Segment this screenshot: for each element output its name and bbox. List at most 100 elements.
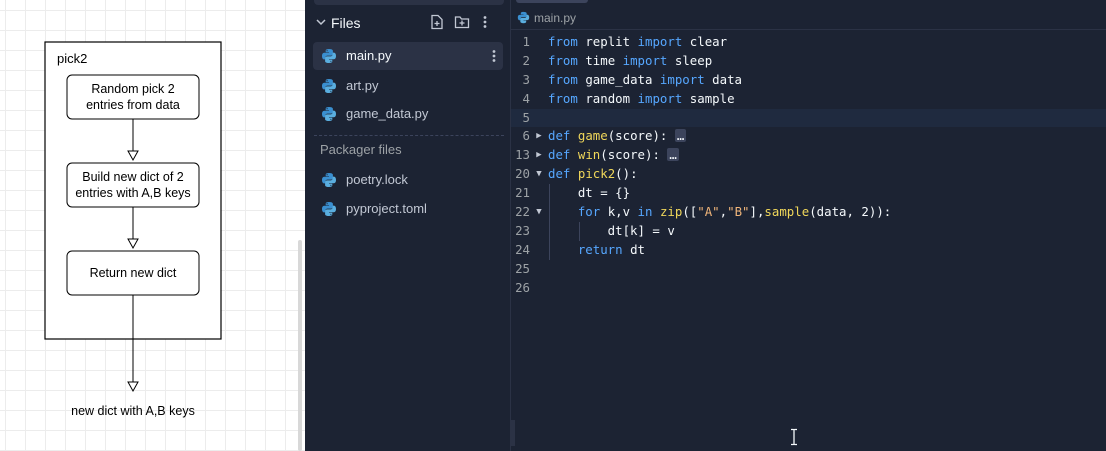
more-options-icon[interactable] — [482, 14, 498, 30]
line-number: 6 — [522, 128, 530, 144]
file-item-art-py[interactable]: art.py — [313, 72, 503, 100]
code-line[interactable]: 6 ▶ def game(score): … — [511, 127, 1106, 146]
code-token: replit — [585, 34, 631, 49]
code-token: dt = {} — [548, 185, 631, 201]
code-text: def win(score): … — [548, 146, 679, 165]
code-line[interactable]: 23 dt[k] = v — [511, 221, 1106, 241]
code-line[interactable]: 3 from game_data import data — [511, 71, 1106, 90]
code-text: def game(score): … — [548, 127, 687, 146]
step-2-line-1: Build new dict of 2 — [82, 170, 183, 184]
code-line[interactable]: 1 from replit import clear — [511, 33, 1106, 52]
code-token: sample — [764, 204, 810, 220]
code-editor[interactable]: main.py 1 from replit import clear 2 from t… — [511, 0, 1106, 451]
line-number: 21 — [515, 185, 530, 201]
code-token: import — [659, 71, 705, 87]
folded-ellipsis[interactable]: … — [674, 129, 687, 143]
code-token: from — [548, 90, 578, 106]
line-number: 22 — [515, 204, 530, 220]
line-number: 4 — [522, 90, 530, 106]
resize-handle[interactable] — [511, 420, 515, 446]
panel-top-strip — [314, 0, 504, 5]
active-tab-indicator — [516, 0, 588, 3]
new-file-icon[interactable] — [429, 14, 445, 30]
text-cursor-icon — [789, 428, 799, 446]
chevron-down-icon[interactable] — [315, 14, 327, 30]
code-text: from random import sample — [548, 90, 735, 109]
file-name: main.py — [346, 48, 392, 63]
line-number: 24 — [515, 241, 530, 257]
step-1-line-2: entries from data — [86, 98, 180, 112]
code-token: pick2 — [577, 166, 616, 182]
code-line[interactable]: 4 from random import sample — [511, 90, 1106, 109]
python-file-icon — [321, 172, 337, 188]
output-label: new dict with A,B keys — [71, 404, 195, 418]
python-file-icon — [321, 78, 337, 94]
line-number: 3 — [522, 71, 530, 87]
flowchart-canvas: pick2 Random pick 2 entries from data Bu… — [44, 41, 222, 418]
code-line[interactable]: 13 ▶ def win(score): … — [511, 146, 1106, 165]
fold-expanded-icon[interactable]: ▼ — [534, 203, 544, 222]
file-item-game-data-py[interactable]: game_data.py — [313, 100, 503, 128]
code-text: dt[k] = v — [548, 222, 675, 241]
diagram-scrollbar[interactable] — [298, 240, 302, 451]
code-token: return — [548, 241, 623, 257]
code-token: (score): — [607, 128, 668, 144]
code-token: random — [585, 90, 631, 106]
fold-collapsed-icon[interactable]: ▶ — [534, 127, 544, 146]
code-token: data — [712, 71, 742, 87]
python-file-icon — [321, 201, 337, 217]
files-header[interactable]: Files — [306, 10, 511, 36]
file-item-pyproject-toml[interactable]: pyproject.toml — [313, 195, 503, 223]
code-line[interactable]: 25 — [511, 260, 1106, 279]
line-number: 1 — [522, 34, 530, 49]
step-1-line-1: Random pick 2 — [91, 82, 174, 96]
code-token: (data, 2)): — [809, 204, 892, 220]
code-token: dt — [630, 241, 645, 257]
python-file-icon — [321, 106, 337, 122]
code-token: def — [548, 147, 571, 163]
breadcrumb-file: main.py — [534, 11, 577, 25]
code-token: dt[k] = v — [548, 222, 675, 238]
code-area[interactable]: 1 from replit import clear 2 from time impo… — [511, 33, 1106, 297]
code-token: import — [622, 52, 668, 68]
breadcrumb-divider — [511, 29, 1106, 30]
line-number: 26 — [515, 279, 530, 295]
fold-expanded-icon[interactable]: ▼ — [534, 165, 544, 184]
new-folder-icon[interactable] — [454, 14, 470, 30]
code-token: game — [577, 128, 608, 144]
code-line[interactable]: 24 return dt — [511, 240, 1106, 260]
file-tree-panel: Files main.py art.py game_data.py Packag… — [306, 0, 511, 451]
code-text: from time import sleep — [548, 52, 712, 71]
code-line[interactable]: 21 dt = {} — [511, 184, 1106, 204]
file-item-poetry-lock[interactable]: poetry.lock — [313, 166, 503, 194]
code-line[interactable]: 22 ▼ for k,v in zip(["A","B"],sample(data… — [511, 203, 1106, 222]
fold-collapsed-icon[interactable]: ▶ — [534, 146, 544, 165]
file-menu-icon[interactable] — [491, 48, 497, 64]
code-token: sleep — [674, 52, 713, 68]
code-text: for k,v in zip(["A","B"],sample(data, 2)… — [548, 203, 891, 222]
code-line[interactable]: 26 — [511, 279, 1106, 298]
code-token: from — [548, 52, 578, 68]
code-text: from replit import clear — [548, 33, 727, 52]
code-token: ([ — [682, 204, 698, 220]
line-number: 2 — [522, 52, 530, 68]
code-text: def pick2(): — [548, 165, 638, 184]
code-token: def — [548, 166, 571, 182]
code-token: in — [637, 204, 653, 220]
code-line[interactable]: 20 ▼ def pick2(): — [511, 165, 1106, 184]
code-text: dt = {} — [548, 184, 630, 203]
step-3-label: Return new dict — [90, 266, 177, 280]
folded-ellipsis[interactable]: … — [667, 148, 679, 162]
code-token: def — [548, 128, 571, 144]
section-divider — [314, 135, 504, 136]
line-number: 20 — [515, 166, 530, 182]
line-number: 5 — [522, 109, 530, 125]
code-line[interactable]: 2 from time import sleep — [511, 52, 1106, 71]
line-number: 13 — [515, 147, 530, 163]
code-token: ], — [749, 204, 765, 220]
line-number: 23 — [515, 222, 530, 238]
file-name: poetry.lock — [346, 172, 408, 187]
code-token: import — [637, 34, 683, 49]
code-line[interactable]: 5 — [511, 108, 1106, 128]
file-item-main-py[interactable]: main.py — [313, 42, 503, 70]
